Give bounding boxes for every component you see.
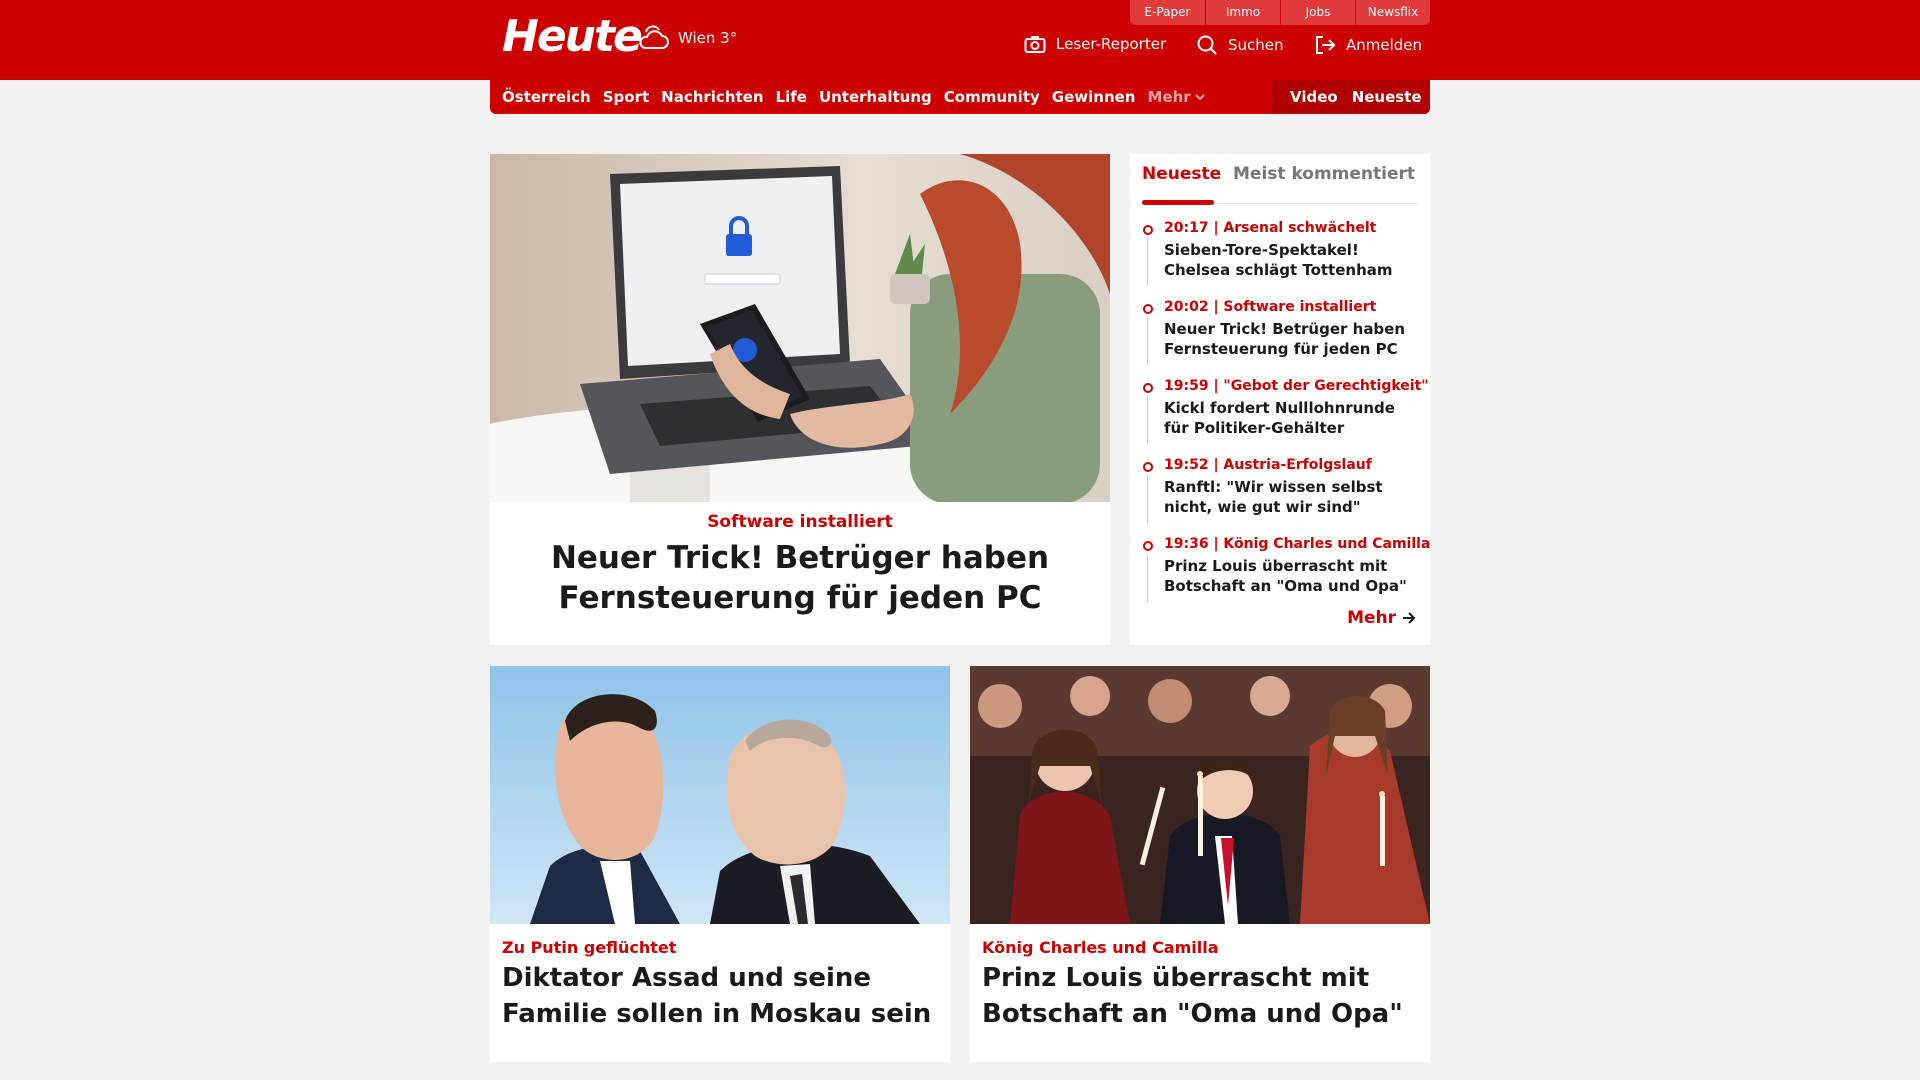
timeline-line — [1147, 396, 1148, 444]
login-label: Anmelden — [1346, 36, 1423, 54]
nav-item-neueste[interactable]: Neueste — [1352, 88, 1422, 106]
timeline-dot — [1143, 383, 1153, 393]
hero-title[interactable]: Neuer Trick! Betrüger haben Fernsteuerun… — [530, 538, 1070, 618]
hero-kicker[interactable]: Software installiert — [490, 512, 1110, 532]
news-sidebar: Neueste Meist kommentiert 20:17 | Arsena… — [1130, 154, 1430, 645]
article-card-kicker[interactable]: König Charles und Camilla — [982, 938, 1219, 957]
news-item-meta: 19:52 | Austria-Erfolgslauf — [1164, 457, 1372, 473]
article-card-kicker[interactable]: Zu Putin geflüchtet — [502, 938, 676, 957]
search-button[interactable]: Suchen — [1196, 34, 1284, 56]
active-tab-indicator — [1142, 200, 1214, 205]
nav-item-community[interactable]: Community — [944, 88, 1040, 106]
top-header: Heute Wien 3° E-Paper Immo Jobs Newsflix… — [0, 0, 1920, 80]
leser-reporter-label: Leser-Reporter — [1056, 35, 1167, 53]
news-item-title[interactable]: Kickl fordert Nulllohnrunde für Politike… — [1164, 398, 1418, 438]
news-item-title[interactable]: Neuer Trick! Betrüger haben Fernsteuerun… — [1164, 319, 1418, 359]
article-card-title[interactable]: Prinz Louis überrascht mit Botschaft an … — [982, 960, 1412, 1032]
sidebar-more-link[interactable]: Mehr — [1347, 608, 1416, 628]
leser-reporter-button[interactable]: Leser-Reporter — [1024, 34, 1166, 54]
nav-item-life[interactable]: Life — [776, 88, 807, 106]
nav-item-video[interactable]: Video — [1290, 88, 1338, 106]
timeline-line — [1147, 554, 1148, 602]
nav-more-label: Mehr — [1147, 88, 1191, 106]
service-link-epaper[interactable]: E-Paper — [1130, 0, 1205, 25]
search-icon — [1197, 35, 1217, 55]
hero-image[interactable] — [490, 154, 1110, 502]
chevron-down-icon — [1194, 94, 1205, 101]
timeline-line — [1147, 317, 1148, 365]
service-link-immo[interactable]: Immo — [1205, 0, 1280, 25]
news-list-item[interactable]: 20:17 | Arsenal schwächelt Sieben-Tore-S… — [1142, 220, 1418, 299]
main-nav: Österreich Sport Nachrichten Life Unterh… — [490, 80, 1430, 114]
login-button[interactable]: Anmelden — [1314, 34, 1422, 56]
news-list-item[interactable]: 19:36 | König Charles und Camilla Prinz … — [1142, 536, 1431, 615]
camera-icon — [1024, 36, 1046, 53]
arrow-right-icon — [1403, 612, 1416, 624]
nav-more-dropdown[interactable]: Mehr — [1147, 88, 1205, 106]
nav-item-gewinnen[interactable]: Gewinnen — [1052, 88, 1136, 106]
nav-item-nachrichten[interactable]: Nachrichten — [661, 88, 763, 106]
login-icon — [1316, 36, 1336, 54]
nav-right: Video Neueste — [1272, 80, 1430, 114]
timeline-dot — [1143, 225, 1153, 235]
service-link-jobs[interactable]: Jobs — [1280, 0, 1355, 25]
sidebar-tabs: Neueste Meist kommentiert — [1142, 164, 1418, 205]
news-list-item[interactable]: 20:02 | Software installiert Neuer Trick… — [1142, 299, 1418, 378]
news-item-meta: 19:36 | König Charles und Camilla — [1164, 536, 1431, 552]
news-item-title[interactable]: Sieben-Tore-Spektakel! Chelsea schlägt T… — [1164, 240, 1418, 280]
timeline-line — [1147, 475, 1148, 523]
nav-item-unterhaltung[interactable]: Unterhaltung — [819, 88, 932, 106]
timeline-dot — [1143, 304, 1153, 314]
service-links: E-Paper Immo Jobs Newsflix — [1130, 0, 1430, 25]
service-link-newsflix[interactable]: Newsflix — [1355, 0, 1430, 25]
news-item-title[interactable]: Prinz Louis überrascht mit Botschaft an … — [1164, 556, 1418, 596]
news-list: 20:17 | Arsenal schwächelt Sieben-Tore-S… — [1142, 220, 1431, 615]
weather-cloud-sun-icon — [639, 25, 669, 49]
search-label: Suchen — [1228, 36, 1284, 54]
sidebar-more-label: Mehr — [1347, 608, 1396, 628]
article-card-image[interactable] — [970, 666, 1430, 924]
article-card-assad[interactable]: Zu Putin geflüchtet Diktator Assad und s… — [490, 666, 950, 1062]
heute-logo[interactable]: Heute — [502, 12, 643, 62]
news-list-item[interactable]: 19:59 | "Gebot der Gerechtigkeit" Kickl … — [1142, 378, 1429, 457]
news-item-meta: 20:17 | Arsenal schwächelt — [1164, 220, 1377, 236]
hero-article[interactable]: Software installiert Neuer Trick! Betrüg… — [490, 154, 1110, 645]
news-list-item[interactable]: 19:52 | Austria-Erfolgslauf Ranftl: "Wir… — [1142, 457, 1418, 536]
weather-text: Wien 3° — [678, 29, 738, 47]
tab-neueste[interactable]: Neueste — [1142, 164, 1221, 184]
nav-items: Österreich Sport Nachrichten Life Unterh… — [502, 80, 1205, 114]
news-item-title[interactable]: Ranftl: "Wir wissen selbst nicht, wie gu… — [1164, 477, 1418, 517]
nav-item-sport[interactable]: Sport — [603, 88, 649, 106]
weather-widget[interactable]: Wien 3° — [638, 24, 737, 52]
article-card-prinz-louis[interactable]: König Charles und Camilla Prinz Louis üb… — [970, 666, 1430, 1062]
timeline-line — [1147, 238, 1148, 286]
news-item-meta: 19:59 | "Gebot der Gerechtigkeit" — [1164, 378, 1429, 394]
nav-item-oesterreich[interactable]: Österreich — [502, 88, 591, 106]
news-item-meta: 20:02 | Software installiert — [1164, 299, 1377, 315]
tab-meist-kommentiert[interactable]: Meist kommentiert — [1233, 164, 1415, 184]
article-card-title[interactable]: Diktator Assad und seine Familie sollen … — [502, 960, 932, 1032]
timeline-dot — [1143, 541, 1153, 551]
timeline-dot — [1143, 462, 1153, 472]
article-card-image[interactable] — [490, 666, 950, 924]
